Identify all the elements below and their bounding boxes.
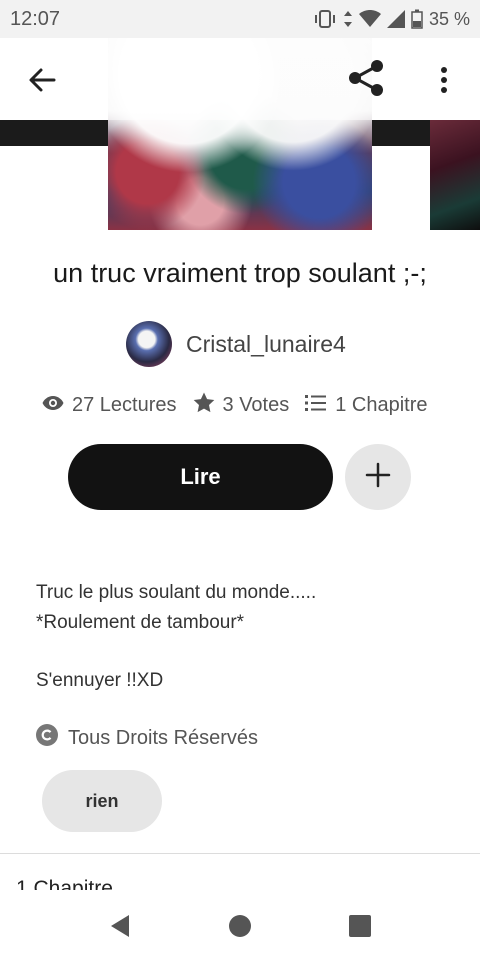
- battery-percent: 35 %: [428, 8, 470, 29]
- avatar[interactable]: [126, 321, 172, 367]
- list-icon: [305, 394, 327, 418]
- wifi-icon: [358, 10, 381, 28]
- plus-icon: [365, 462, 391, 493]
- description-line: *Roulement de tambour*: [36, 612, 245, 633]
- copyright-row: Tous Droits Réservés: [36, 724, 258, 752]
- nav-recents-icon[interactable]: [344, 910, 376, 942]
- star-icon: [193, 392, 215, 419]
- data-arrows-icon: [343, 10, 353, 28]
- status-icons: 35 %: [313, 9, 470, 30]
- chapters-heading: 1 Chapitre: [16, 877, 113, 890]
- vibrate-icon: [313, 9, 337, 29]
- share-icon[interactable]: [344, 56, 388, 100]
- copyright-label: Tous Droits Réservés: [68, 726, 259, 749]
- tag-chip[interactable]: rien: [42, 770, 162, 832]
- stat-chapters: 1 Chapitre: [305, 394, 428, 418]
- votes-count: 3 Votes: [222, 394, 290, 416]
- app-bar: [0, 38, 480, 120]
- author-row[interactable]: Cristal_lunaire4: [126, 320, 346, 368]
- arrow-left-icon[interactable]: [20, 58, 64, 102]
- story-stats: 27 Lectures 3 Votes 1 Chapitre: [42, 392, 428, 419]
- description-line: Truc le plus soulant du monde.....: [36, 582, 317, 603]
- system-nav-bar: [0, 890, 480, 960]
- story-title: un truc vraiment trop soulant ;-;: [53, 258, 427, 288]
- more-vertical-icon[interactable]: [422, 58, 466, 102]
- story-description: Truc le plus soulant du monde..... *Roul…: [36, 578, 316, 696]
- author-name[interactable]: Cristal_lunaire4: [186, 331, 346, 358]
- chapters-count: 1 Chapitre: [335, 394, 428, 416]
- description-line: S'ennuyer !!XD: [36, 670, 164, 691]
- battery-icon: [411, 9, 423, 29]
- cover-thumbnail-next: [430, 120, 480, 230]
- signal-icon: [386, 10, 405, 28]
- stat-reads: 27 Lectures: [42, 394, 177, 417]
- divider: [0, 853, 480, 854]
- copyright-icon: [36, 724, 58, 752]
- nav-home-icon[interactable]: [224, 910, 256, 942]
- add-to-library-button[interactable]: [345, 444, 411, 510]
- status-time: 12:07: [10, 7, 61, 30]
- stat-votes: 3 Votes: [193, 392, 290, 419]
- eye-icon: [42, 394, 64, 417]
- read-button[interactable]: Lire: [68, 444, 333, 510]
- reads-count: 27 Lectures: [72, 394, 177, 416]
- status-bar: 12:07 35 %: [0, 0, 480, 38]
- nav-back-icon[interactable]: [104, 910, 136, 942]
